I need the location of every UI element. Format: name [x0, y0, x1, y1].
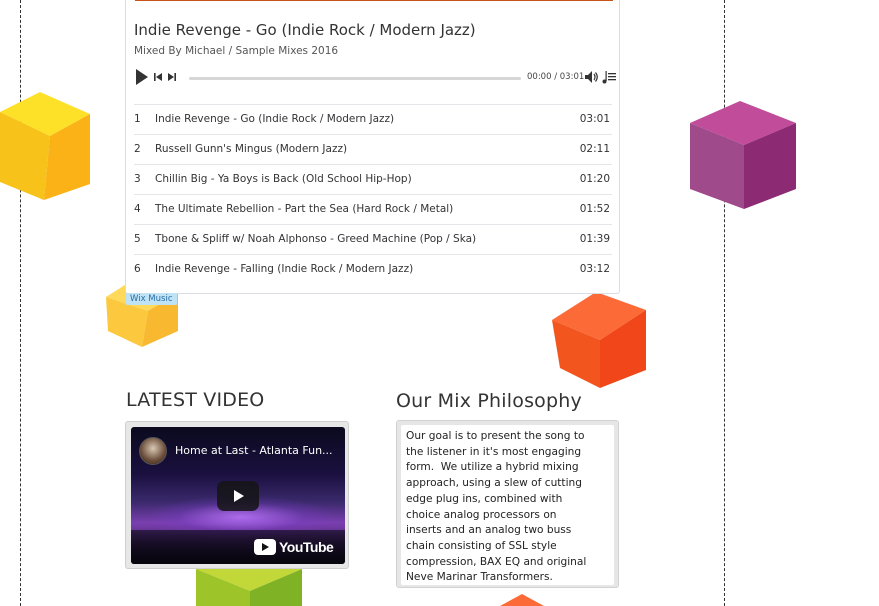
philosophy-line: approach, using a slew of cutting [406, 477, 582, 490]
track-row[interactable]: 3 Chillin Big - Ya Boys is Back (Old Sch… [134, 164, 612, 194]
track-name: Indie Revenge - Falling (Indie Rock / Mo… [155, 263, 414, 275]
video-play-button[interactable] [217, 481, 259, 511]
track-row[interactable]: 6 Indie Revenge - Falling (Indie Rock / … [134, 254, 612, 284]
track-row[interactable]: 2 Russell Gunn's Mingus (Modern Jazz) 02… [134, 134, 612, 164]
player-accent-bar [135, 0, 613, 1]
previous-track-icon[interactable] [154, 73, 162, 81]
video-title[interactable]: Home at Last - Atlanta Fun... [175, 444, 333, 457]
philosophy-line: the listener in it's most engaging [406, 445, 582, 458]
current-track-title: Indie Revenge - Go (Indie Rock / Modern … [134, 21, 476, 39]
track-duration: 01:39 [579, 233, 610, 245]
youtube-play-icon [254, 539, 276, 555]
yellow-cube-decoration [0, 92, 90, 200]
youtube-logo[interactable]: YouTube [254, 537, 334, 557]
mix-philosophy-box: Our goal is to present the song to the l… [396, 420, 619, 588]
track-duration: 02:11 [579, 143, 610, 155]
track-duration: 01:20 [579, 173, 610, 185]
small-orange-cube-decoration [500, 594, 544, 606]
next-track-icon[interactable] [168, 73, 176, 81]
philosophy-line: choice analog processors on [406, 508, 557, 521]
philosophy-line: edge plug ins, combined with [406, 492, 563, 505]
track-row[interactable]: 4 The Ultimate Rebellion - Part the Sea … [134, 194, 612, 224]
play-icon[interactable] [136, 69, 148, 85]
track-duration: 01:52 [579, 203, 610, 215]
wix-music-badge[interactable]: Wix Music [126, 293, 177, 305]
track-name: Tbone & Spliff w/ Noah Alphonso - Greed … [155, 233, 477, 245]
track-row[interactable]: 5 Tbone & Spliff w/ Noah Alphonso - Gree… [134, 224, 612, 254]
volume-icon[interactable] [585, 71, 599, 83]
video-embed-frame: Home at Last - Atlanta Fun... YouTube [125, 421, 349, 569]
track-number: 6 [134, 263, 141, 275]
track-number: 5 [134, 233, 141, 245]
philosophy-line: Neve Marinar Transformers. [406, 571, 553, 584]
orange-cube-decoration [552, 292, 646, 388]
philosophy-line: form. We utilize a hybrid mixing [406, 461, 579, 474]
track-name: Chillin Big - Ya Boys is Back (Old Schoo… [155, 173, 412, 185]
time-readout: 00:00 / 03:01 [527, 72, 585, 82]
track-name: Russell Gunn's Mingus (Modern Jazz) [155, 143, 348, 155]
track-name: Indie Revenge - Go (Indie Rock / Modern … [155, 113, 395, 125]
track-number: 4 [134, 203, 141, 215]
track-row[interactable]: 1 Indie Revenge - Go (Indie Rock / Moder… [134, 104, 612, 134]
track-list: 1 Indie Revenge - Go (Indie Rock / Moder… [134, 104, 612, 284]
video-player[interactable]: Home at Last - Atlanta Fun... YouTube [131, 427, 345, 564]
right-guide-line [724, 0, 725, 606]
track-duration: 03:12 [579, 263, 610, 275]
seek-bar[interactable] [189, 77, 521, 80]
purple-cube-decoration [690, 101, 796, 209]
player-controls: 00:00 / 03:01 [134, 69, 616, 87]
music-player: Indie Revenge - Go (Indie Rock / Modern … [125, 0, 620, 294]
philosophy-line: compression, BAX EQ and original [406, 555, 587, 568]
current-track-subtitle: Mixed By Michael / Sample Mixes 2016 [134, 45, 339, 57]
philosophy-line: inserts and an analog two buss [406, 524, 572, 537]
left-guide-line [20, 0, 21, 606]
latest-video-heading: LATEST VIDEO [126, 389, 265, 411]
track-number: 2 [134, 143, 141, 155]
track-number: 3 [134, 173, 141, 185]
philosophy-line: chain consisting of SSL style [406, 539, 557, 552]
track-duration: 03:01 [579, 113, 610, 125]
mix-philosophy-text: Our goal is to present the song to the l… [401, 425, 614, 585]
green-cube-decoration [196, 569, 302, 606]
playlist-icon[interactable] [602, 70, 616, 84]
youtube-wordmark: YouTube [279, 539, 334, 555]
track-number: 1 [134, 113, 141, 125]
track-name: The Ultimate Rebellion - Part the Sea (H… [155, 203, 454, 215]
philosophy-line: Our goal is to present the song to [406, 430, 585, 442]
channel-avatar[interactable] [139, 437, 167, 465]
mix-philosophy-heading: Our Mix Philosophy [396, 390, 582, 412]
